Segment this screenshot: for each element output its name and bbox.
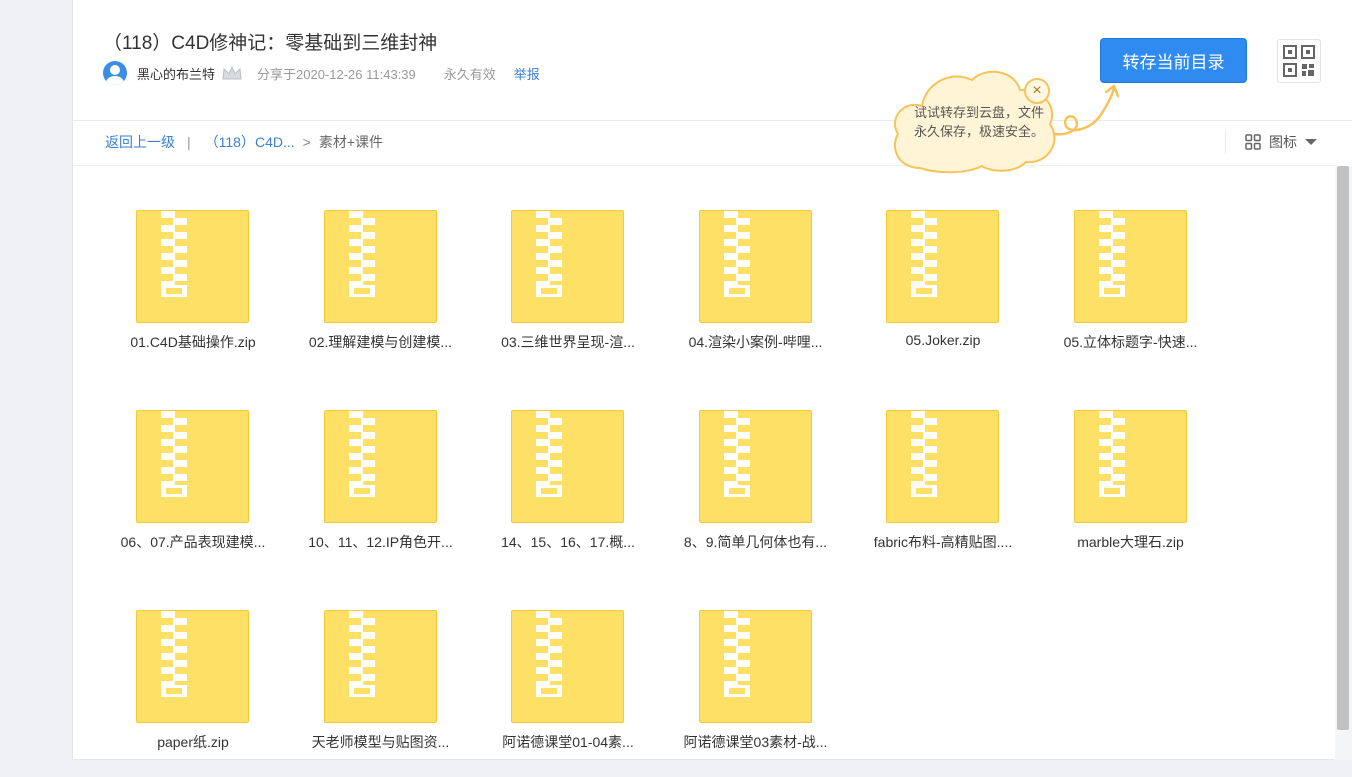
zip-file-icon[interactable] xyxy=(511,410,624,523)
file-item[interactable]: 01.C4D基础操作.zip xyxy=(113,210,273,360)
breadcrumb-parent[interactable]: （118）C4D... xyxy=(205,132,295,152)
zip-file-icon[interactable] xyxy=(136,210,249,323)
avatar[interactable] xyxy=(103,61,127,85)
zip-file-icon[interactable] xyxy=(886,210,999,323)
zip-file-icon[interactable] xyxy=(698,210,812,323)
file-name[interactable]: 04.渲染小案例-哔哩... xyxy=(666,332,846,352)
file-name[interactable]: 10、11、12.IP角色开... xyxy=(291,532,471,552)
close-icon[interactable]: × xyxy=(1024,78,1050,104)
file-item[interactable]: 10、11、12.IP角色开... xyxy=(301,410,461,560)
file-name[interactable]: 02.理解建模与创建模... xyxy=(291,332,471,352)
zip-file-icon[interactable] xyxy=(511,210,624,323)
file-name[interactable]: 06、07.产品表现建模... xyxy=(103,532,283,552)
zip-file-icon[interactable] xyxy=(886,410,999,523)
file-item[interactable]: 14、15、16、17.概... xyxy=(488,410,648,560)
share-panel: （118）C4D修神记：零基础到三维封神 黑心的布兰特 分享于2020-12-2… xyxy=(72,0,1352,760)
file-name[interactable]: fabric布料-高精贴图.... xyxy=(853,532,1033,552)
file-item[interactable]: marble大理石.zip xyxy=(1051,410,1211,560)
breadcrumb: 返回上一级 | （118）C4D... > 素材+课件 xyxy=(105,132,383,152)
file-name[interactable]: 阿诺德课堂01-04素... xyxy=(478,732,658,752)
zip-file-icon[interactable] xyxy=(698,610,812,723)
view-divider xyxy=(1225,130,1226,154)
qr-code-icon xyxy=(1283,45,1315,77)
cloud-tip-text: 试试转存到云盘，文件永久保存，极速安全。 xyxy=(914,105,1045,139)
breadcrumb-pipe: | xyxy=(187,134,191,150)
file-item[interactable]: 04.渲染小案例-哔哩... xyxy=(676,210,836,360)
crown-icon xyxy=(221,65,243,81)
file-name[interactable]: 8、9.简单几何体也有... xyxy=(666,532,846,552)
curly-arrow-icon xyxy=(1052,84,1120,136)
back-link[interactable]: 返回上一级 xyxy=(105,132,175,152)
file-name[interactable]: marble大理石.zip xyxy=(1041,532,1221,552)
file-name[interactable]: 03.三维世界呈现-渲... xyxy=(478,332,658,352)
zip-file-icon[interactable] xyxy=(1073,410,1187,523)
report-link[interactable]: 举报 xyxy=(514,64,540,83)
zip-file-icon[interactable] xyxy=(136,410,249,523)
zip-file-icon[interactable] xyxy=(323,210,437,323)
header-divider xyxy=(73,120,1352,121)
share-time: 分享于2020-12-26 11:43:39 xyxy=(257,66,416,82)
share-meta: 黑心的布兰特 分享于2020-12-26 11:43:39 永久有效 举报 xyxy=(103,60,540,86)
breadcrumb-current: 素材+课件 xyxy=(318,134,384,150)
grid-view-icon xyxy=(1245,134,1261,150)
zip-file-icon[interactable] xyxy=(136,610,249,723)
file-item[interactable]: paper纸.zip xyxy=(113,610,273,760)
file-name[interactable]: 14、15、16、17.概... xyxy=(478,532,658,552)
file-name[interactable]: 天老师模型与贴图资... xyxy=(291,732,471,752)
scrollbar-thumb[interactable] xyxy=(1337,166,1349,730)
file-item[interactable]: fabric布料-高精贴图.... xyxy=(863,410,1023,560)
validity: 永久有效 xyxy=(443,66,496,82)
file-item[interactable]: 阿诺德课堂01-04素... xyxy=(488,610,648,760)
file-name[interactable]: 05.Joker.zip xyxy=(853,332,1033,348)
file-item[interactable]: 06、07.产品表现建模... xyxy=(113,410,273,560)
file-item[interactable]: 02.理解建模与创建模... xyxy=(301,210,461,360)
zip-file-icon[interactable] xyxy=(323,610,437,723)
page-title: （118）C4D修神记：零基础到三维封神 xyxy=(103,33,438,54)
view-toggle-label: 图标 xyxy=(1269,134,1297,150)
chevron-down-icon xyxy=(1305,139,1317,145)
file-item[interactable]: 05.Joker.zip xyxy=(863,210,1023,360)
save-to-cloud-button[interactable]: 转存当前目录 xyxy=(1100,38,1247,83)
qr-code-button[interactable] xyxy=(1277,39,1321,83)
file-item[interactable]: 天老师模型与贴图资... xyxy=(301,610,461,760)
file-name[interactable]: paper纸.zip xyxy=(103,732,283,752)
view-toggle[interactable]: 图标 xyxy=(1245,132,1317,152)
file-item[interactable]: 8、9.简单几何体也有... xyxy=(676,410,836,560)
username[interactable]: 黑心的布兰特 xyxy=(137,64,215,83)
file-name[interactable]: 05.立体标题字-快速... xyxy=(1041,332,1221,352)
zip-file-icon[interactable] xyxy=(323,410,437,523)
zip-file-icon[interactable] xyxy=(511,610,624,723)
file-name[interactable]: 阿诺德课堂03素材-战... xyxy=(666,732,846,752)
file-item[interactable]: 05.立体标题字-快速... xyxy=(1051,210,1211,360)
zip-file-icon[interactable] xyxy=(1073,210,1187,323)
breadcrumb-arrow: > xyxy=(302,134,311,150)
file-name[interactable]: 01.C4D基础操作.zip xyxy=(103,332,283,352)
file-item[interactable]: 03.三维世界呈现-渲... xyxy=(488,210,648,360)
zip-file-icon[interactable] xyxy=(698,410,812,523)
toolbar-divider xyxy=(73,165,1335,166)
file-item[interactable]: 阿诺德课堂03素材-战... xyxy=(676,610,836,760)
